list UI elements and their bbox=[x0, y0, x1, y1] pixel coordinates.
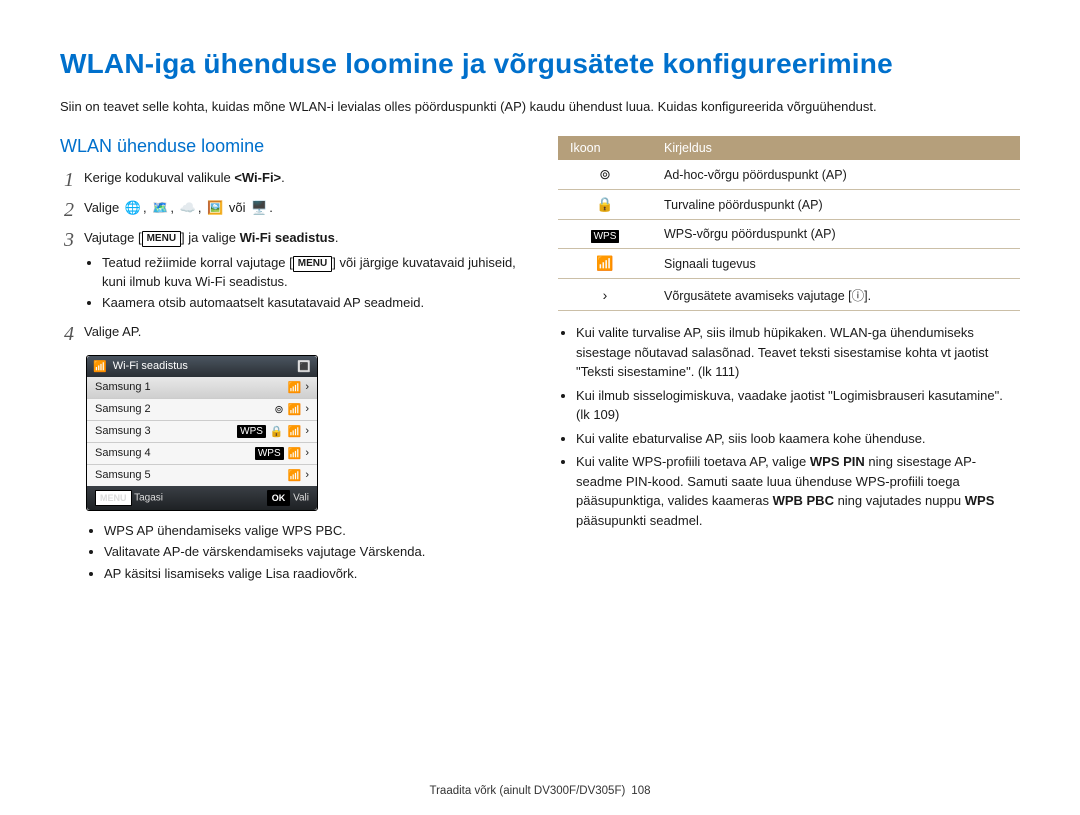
wifi-icon: 📶 bbox=[93, 360, 107, 373]
right-bullets: Kui valite turvalise AP, siis ilmub hüpi… bbox=[558, 323, 1020, 530]
timer-icon: ⓘ bbox=[852, 289, 865, 303]
signal-icon: 📶 bbox=[288, 447, 302, 460]
ap-row: Samsung 2 ⊚ 📶› bbox=[87, 399, 317, 421]
table-row: Ad-hoc-võrgu pöörduspunkt (AP) bbox=[652, 160, 1020, 190]
list-item: Kui valite turvalise AP, siis ilmub hüpi… bbox=[576, 323, 1020, 382]
step-number: 2 bbox=[60, 199, 74, 221]
wifi-settings-title: Wi-Fi seadistus bbox=[113, 360, 188, 372]
globe-icon: 🌐 bbox=[125, 200, 141, 215]
arrow-icon: › bbox=[305, 403, 309, 415]
step-4: Valige AP. bbox=[84, 323, 522, 342]
step-3-bullet: Kaamera otsib automaatselt kasutatavaid … bbox=[102, 294, 522, 313]
table-row: Turvaline pöörduspunkt (AP) bbox=[652, 190, 1020, 220]
icon-table: IkoonKirjeldus ⊚Ad-hoc-võrgu pöörduspunk… bbox=[558, 136, 1020, 311]
ap-name: Samsung 5 bbox=[95, 469, 151, 481]
list-item: Kui valite WPS-profiili toetava AP, vali… bbox=[576, 452, 1020, 530]
ap-name: Samsung 3 bbox=[95, 425, 151, 437]
menu-key-icon: MENU bbox=[293, 256, 332, 272]
back-label: Tagasi bbox=[134, 492, 163, 503]
signal-icon: 📶 bbox=[288, 425, 302, 438]
post-bullets: WPS AP ühendamiseks valige WPS PBC. Vali… bbox=[86, 521, 522, 584]
ap-row: Samsung 5 📶› bbox=[87, 465, 317, 486]
arrow-icon: › bbox=[305, 469, 309, 481]
step-3-bullet: Teatud režiimide korral vajutage [MENU] … bbox=[102, 254, 522, 292]
page-footer: Traadita võrk (ainult DV300F/DV305F)108 bbox=[0, 785, 1080, 797]
signal-icon: 📶 bbox=[288, 469, 302, 482]
adhoc-icon: ⊚ bbox=[274, 403, 283, 416]
ap-row: Samsung 4 WPS 📶› bbox=[87, 443, 317, 465]
lock-icon: 🔒 bbox=[558, 190, 652, 220]
picture-icon: 🖼️ bbox=[207, 200, 223, 215]
battery-icon: 🔳 bbox=[297, 360, 311, 373]
wps-icon: WPS bbox=[237, 425, 266, 438]
th-icon: Ikoon bbox=[558, 136, 652, 160]
wifi-settings-screenshot: 📶 Wi-Fi seadistus 🔳 Samsung 1📶›Samsung 2… bbox=[86, 355, 318, 511]
monitor-icon: 🖥️ bbox=[251, 200, 267, 215]
wps-icon: WPS bbox=[255, 447, 284, 460]
arrow-icon: › bbox=[305, 381, 309, 393]
ok-key-icon: OK bbox=[267, 490, 291, 506]
menu-key-icon: MENU bbox=[142, 231, 181, 247]
cloud-icon: ☁️ bbox=[180, 200, 196, 215]
adhoc-icon: ⊚ bbox=[558, 160, 652, 190]
ap-name: Samsung 4 bbox=[95, 447, 151, 459]
list-item: Kui valite ebaturvalise AP, siis loob ka… bbox=[576, 429, 1020, 449]
step-number: 3 bbox=[60, 229, 74, 251]
signal-icon: 📶 bbox=[558, 249, 652, 279]
ap-row: Samsung 1 📶› bbox=[87, 377, 317, 399]
ap-name: Samsung 2 bbox=[95, 403, 151, 415]
step-1: Kerige kodukuval valikule <Wi-Fi>. bbox=[84, 169, 522, 188]
intro-text: Siin on teavet selle kohta, kuidas mõne … bbox=[60, 98, 1020, 116]
ap-name: Samsung 1 bbox=[95, 381, 151, 393]
arrow-icon: › bbox=[305, 425, 309, 437]
signal-icon: 📶 bbox=[288, 403, 302, 416]
arrow-icon: › bbox=[305, 447, 309, 459]
step-3: Vajutage [MENU] ja valige Wi-Fi seadistu… bbox=[84, 229, 522, 314]
step-number: 4 bbox=[60, 323, 74, 345]
table-row: WPS-võrgu pöörduspunkt (AP) bbox=[652, 220, 1020, 249]
step-number: 1 bbox=[60, 169, 74, 191]
ap-row: Samsung 3 WPS 🔒 📶› bbox=[87, 421, 317, 443]
wps-icon: WPS bbox=[558, 220, 652, 249]
list-item: Kui ilmub sisselogimiskuva, vaadake jaot… bbox=[576, 386, 1020, 425]
step-2: Valige 🌐, 🗺️, ☁️, 🖼️ või 🖥️. bbox=[84, 199, 522, 218]
table-row: Võrgusätete avamiseks vajutage [ⓘ]. bbox=[652, 279, 1020, 311]
section-heading: WLAN ühenduse loomine bbox=[60, 136, 522, 157]
page-title: WLAN-iga ühenduse loomine ja võrgusätete… bbox=[60, 48, 1020, 80]
th-desc: Kirjeldus bbox=[652, 136, 1020, 160]
ok-label: Vali bbox=[293, 492, 309, 503]
map-icon: 🗺️ bbox=[152, 200, 168, 215]
lock-icon: 🔒 bbox=[270, 425, 284, 438]
menu-key-icon: MENU bbox=[95, 490, 132, 506]
arrow-icon: › bbox=[558, 279, 652, 311]
table-row: Signaali tugevus bbox=[652, 249, 1020, 279]
signal-icon: 📶 bbox=[288, 381, 302, 394]
